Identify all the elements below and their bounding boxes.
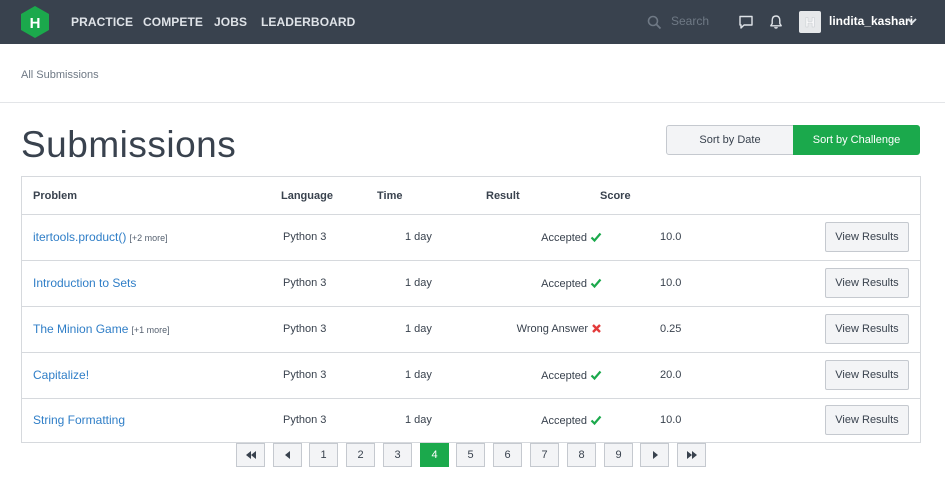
header-language: Language [281,190,333,202]
svg-text:H: H [805,14,815,30]
prev-page-button[interactable] [273,443,302,467]
page-button-3[interactable]: 3 [383,443,412,467]
page-button-5[interactable]: 5 [456,443,485,467]
svg-text:H: H [30,15,41,32]
problem-link[interactable]: The Minion Game [+1 more] [33,322,170,336]
header-time: Time [377,190,403,202]
check-icon [590,232,602,243]
problem-link[interactable]: Capitalize! [33,368,92,382]
page-button-4[interactable]: 4 [420,443,449,467]
score: 20.0 [660,369,682,381]
result-text: Wrong Answer [516,323,588,335]
nav-practice[interactable]: PRACTICE [71,15,133,29]
time: 1 day [405,414,432,426]
header-score: Score [600,190,631,202]
next-page-button[interactable] [640,443,669,467]
more-submissions[interactable]: [+2 more] [129,233,167,243]
result-text: Accepted [541,232,587,244]
time: 1 day [405,369,432,381]
language: Python 3 [283,277,327,289]
sort-toggle: Sort by Date Sort by Challenge [666,125,920,155]
chevron-down-icon[interactable] [906,15,918,27]
result-text: Accepted [541,278,587,290]
table-header: Problem Language Time Result Score [22,177,920,215]
language: Python 3 [283,414,327,426]
check-icon [590,278,602,289]
view-results-button[interactable]: View Results [825,360,909,390]
top-nav: H PRACTICE COMPETE JOBS LEADERBOARD Sear… [0,0,945,44]
check-icon [590,415,602,426]
page-button-9[interactable]: 9 [604,443,633,467]
language: Python 3 [283,369,327,381]
page-button-7[interactable]: 7 [530,443,559,467]
result-text: Accepted [541,415,587,427]
problem-link[interactable]: Introduction to Sets [33,276,139,290]
avatar[interactable]: H [799,11,821,33]
problem-name[interactable]: The Minion Game [33,322,128,336]
search-input[interactable]: Search [647,13,727,31]
more-submissions[interactable]: [+1 more] [131,325,169,335]
language: Python 3 [283,231,327,243]
problem-name[interactable]: String Formatting [33,413,125,427]
result: Accepted [541,369,602,382]
submissions-table: Problem Language Time Result Score itert… [21,176,921,443]
page-button-1[interactable]: 1 [309,443,338,467]
view-results-button[interactable]: View Results [825,405,909,435]
page-button-6[interactable]: 6 [493,443,522,467]
time: 1 day [405,323,432,335]
page-title: Submissions [21,124,237,165]
username[interactable]: lindita_kashari [829,14,913,28]
page-button-8[interactable]: 8 [567,443,596,467]
check-icon [590,370,602,381]
result: Accepted [541,277,602,290]
view-results-button[interactable]: View Results [825,314,909,344]
problem-link[interactable]: String Formatting [33,413,128,427]
problem-link[interactable]: itertools.product() [+2 more] [33,230,168,244]
score: 10.0 [660,414,682,426]
breadcrumb[interactable]: All Submissions [21,69,99,81]
messages-icon[interactable] [738,14,754,30]
nav-leaderboard[interactable]: LEADERBOARD [261,15,355,29]
table-row: itertools.product() [+2 more] Python 3 1 da… [22,215,920,261]
table-row: The Minion Game [+1 more] Python 3 1 day Wro… [22,307,920,353]
avatar-letter-icon: H [805,14,816,31]
table-row: Capitalize! Python 3 1 day Accepted 20.0 View… [22,353,920,399]
language: Python 3 [283,323,327,335]
score: 10.0 [660,277,682,289]
next-page-icon [652,451,658,459]
sort-by-challenge-button[interactable]: Sort by Challenge [793,125,920,155]
problem-name[interactable]: Capitalize! [33,368,89,382]
first-page-button[interactable] [236,443,265,467]
search-placeholder: Search [671,14,710,28]
result: Accepted [541,231,602,244]
header-divider [0,102,945,103]
table-row: String Formatting Python 3 1 day Accepted 10… [22,398,920,444]
hackerrank-logo-icon[interactable]: H [21,6,49,38]
header-problem: Problem [33,190,78,202]
cross-icon [592,324,601,333]
view-results-button[interactable]: View Results [825,268,909,298]
nav-jobs[interactable]: JOBS [214,15,247,29]
score: 10.0 [660,231,682,243]
result-text: Accepted [541,370,587,382]
search-icon [647,15,662,30]
result: Accepted [541,414,602,427]
time: 1 day [405,231,432,243]
sort-by-date-button[interactable]: Sort by Date [666,125,794,155]
page-button-2[interactable]: 2 [346,443,375,467]
problem-name[interactable]: itertools.product() [33,230,126,244]
nav-compete[interactable]: COMPETE [143,15,203,29]
table-row: Introduction to Sets Python 3 1 day Accepte… [22,261,920,307]
first-page-icon [245,451,256,459]
header-result: Result [486,190,520,202]
notifications-bell-icon[interactable] [768,14,784,30]
score: 0.25 [660,323,682,335]
problem-name[interactable]: Introduction to Sets [33,276,136,290]
last-page-icon [686,451,697,459]
time: 1 day [405,277,432,289]
view-results-button[interactable]: View Results [825,222,909,252]
result: Wrong Answer [517,323,602,335]
last-page-button[interactable] [677,443,706,467]
prev-page-icon [284,451,290,459]
